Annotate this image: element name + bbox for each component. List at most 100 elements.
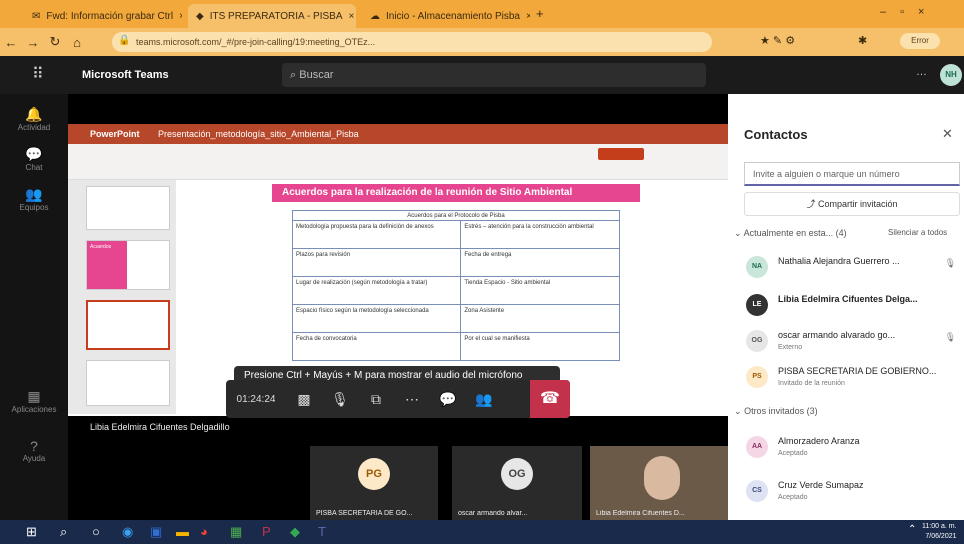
- participant-row[interactable]: PS PISBA SECRETARIA DE GOBIERNO... Invit…: [744, 362, 960, 396]
- url-field[interactable]: teams.microsoft.com/_#/pre-join-calling/…: [112, 32, 712, 52]
- invite-input[interactable]: Invite a alguien o marque un número: [744, 162, 960, 186]
- extensions-icon[interactable]: ★ ✎ ⚙: [760, 34, 795, 47]
- close-icon[interactable]: ×: [349, 11, 355, 22]
- slide-table: Acuerdos para el Protocolo de Pisba Meto…: [291, 210, 620, 361]
- new-tab-button[interactable]: +: [536, 6, 544, 21]
- participants-icon[interactable]: 👥: [466, 391, 502, 408]
- avatar: LE: [746, 294, 768, 316]
- close-icon[interactable]: ×: [526, 11, 530, 22]
- search-input[interactable]: ⌕ Buscar: [282, 63, 706, 87]
- share-icon: ⤴: [806, 199, 816, 209]
- close-icon[interactable]: ×: [179, 11, 182, 22]
- ppt-icon[interactable]: P: [262, 524, 271, 539]
- video-feed: [644, 456, 680, 500]
- table-row: Fecha de convocatoria Por el cual se mani…: [291, 332, 620, 361]
- call-timer: 01:24:24: [236, 393, 276, 405]
- mute-all-link[interactable]: Silenciar a todos: [888, 228, 947, 237]
- reload-icon[interactable]: ↻: [44, 34, 66, 50]
- lock-icon: 🔒: [118, 35, 131, 46]
- bell-icon: 🔔: [25, 106, 43, 122]
- close-icon[interactable]: ✕: [942, 126, 953, 142]
- avatar: CS: [746, 480, 768, 502]
- windows-start-icon[interactable]: ⊞: [26, 524, 37, 540]
- table-row: Plazos para revisión Fecha de entrega: [291, 248, 620, 277]
- share-icon[interactable]: ⧉: [358, 391, 394, 408]
- chevron-down-icon: ⌄: [734, 228, 742, 238]
- search-icon[interactable]: ⌕: [60, 524, 67, 540]
- participant-tile-video[interactable]: Libia Edelmira Cifuentes D...: [590, 446, 728, 520]
- section-others[interactable]: ⌄ Otros invitados (3): [734, 406, 818, 417]
- teams-icon[interactable]: T: [318, 524, 326, 539]
- profile-button[interactable]: Error: [900, 33, 940, 49]
- back-icon[interactable]: ←: [0, 35, 22, 50]
- rail-activity[interactable]: 🔔 Actividad: [10, 106, 58, 132]
- folder-icon[interactable]: ▬: [176, 524, 189, 539]
- address-bar: ← → ↻ ⌂ teams.microsoft.com/_#/pre-join-…: [0, 28, 964, 56]
- sheets-icon[interactable]: ▦: [230, 524, 242, 540]
- table-header: Acuerdos para el Protocolo de Pisba: [292, 210, 620, 221]
- left-rail: 🔔 Actividad 💬 Chat 👥 Equipos ▦ Aplicacio…: [0, 94, 68, 520]
- avatar[interactable]: NH: [940, 64, 962, 86]
- share-invitation-button[interactable]: ⤴ Compartir invitación: [744, 192, 960, 216]
- app-icon[interactable]: ◆: [290, 524, 300, 540]
- teams-icon: ◆: [196, 10, 204, 22]
- chevron-down-icon: ⌄: [734, 406, 742, 416]
- slide-thumb: [86, 360, 170, 406]
- browser-tab-bar: ✉ Fwd: Información grabar Ctrl × ◆ ITS P…: [0, 0, 964, 28]
- camera-off-icon[interactable]: ▩: [286, 391, 322, 408]
- slide-title: Acuerdos para la realización de la reuni…: [272, 184, 640, 202]
- app-title: Microsoft Teams: [82, 69, 169, 81]
- present-button: [598, 148, 644, 160]
- puzzle-icon[interactable]: ✱: [858, 34, 867, 47]
- rail-help[interactable]: ? Ayuda: [10, 438, 58, 463]
- ppt-ribbon: [68, 144, 728, 180]
- avatar: PS: [746, 366, 768, 388]
- participant-tile[interactable]: OG oscar armando alvar...: [452, 446, 582, 520]
- avatar: NA: [746, 256, 768, 278]
- home-icon[interactable]: ⌂: [66, 35, 88, 50]
- apps-icon: ▦: [27, 388, 41, 404]
- section-current[interactable]: ⌄ Actualmente en esta... (4): [734, 228, 847, 239]
- window-controls[interactable]: –▫×: [880, 6, 938, 18]
- chat-icon: 💬: [25, 146, 43, 162]
- store-icon[interactable]: ▣: [150, 524, 162, 540]
- rail-apps[interactable]: ▦ Aplicaciones: [10, 388, 58, 414]
- avatar: OG: [501, 458, 533, 490]
- rail-teams[interactable]: 👥 Equipos: [10, 186, 58, 212]
- chat-icon[interactable]: 💬: [430, 391, 466, 408]
- rail-chat[interactable]: 💬 Chat: [10, 146, 58, 172]
- slide-thumb: [86, 186, 170, 230]
- avatar: OG: [746, 330, 768, 352]
- slide-thumb: Acuerdos: [86, 240, 170, 290]
- call-controls: 01:24:24 ▩ 🎙 ⧉ ⋯ 💬 👥 ☎: [226, 380, 570, 418]
- tray-icon[interactable]: ⌃: [908, 524, 916, 535]
- chrome-icon[interactable]: ◕: [200, 524, 208, 539]
- participant-row[interactable]: AA Almorzadero Aranza Aceptado: [744, 432, 960, 466]
- tab-storage[interactable]: ☁ Inicio - Almacenamiento Pisba ×: [362, 4, 530, 28]
- more-icon[interactable]: …: [916, 66, 927, 78]
- search-icon: ⌕: [290, 69, 297, 81]
- tab-email[interactable]: ✉ Fwd: Información grabar Ctrl ×: [24, 4, 182, 28]
- participant-tile[interactable]: PG PISBA SECRETARIA DE GO...: [310, 446, 438, 520]
- mic-off-icon[interactable]: 🎙: [322, 391, 358, 408]
- participant-row[interactable]: CS Cruz Verde Sumapaz Aceptado: [744, 476, 960, 510]
- tab-teams[interactable]: ◆ ITS PREPARATORIA - PISBA ×: [188, 4, 356, 28]
- slide-thumbnails: Acuerdos: [68, 180, 176, 414]
- task-view-icon[interactable]: ○: [92, 524, 100, 539]
- table-row: Metodología propuesta para la definición…: [291, 220, 620, 249]
- clock[interactable]: 11:00 a. m. 7/06/2021: [922, 522, 957, 542]
- edge-icon[interactable]: ◉: [122, 524, 133, 540]
- app-launcher-icon[interactable]: ⠿: [32, 64, 44, 84]
- hang-up-button[interactable]: ☎: [530, 380, 570, 418]
- forward-icon[interactable]: →: [22, 35, 44, 50]
- participant-row[interactable]: OG oscar armando alvarado go... Externo …: [744, 326, 960, 360]
- taskbar: [0, 520, 964, 544]
- participant-row[interactable]: NA Nathalia Alejandra Guerrero ... 🎙: [744, 252, 960, 286]
- mail-icon: ✉: [32, 10, 41, 22]
- mic-icon: 🎙: [944, 258, 956, 268]
- help-icon: ?: [30, 438, 38, 454]
- more-options-icon[interactable]: ⋯: [394, 391, 430, 408]
- teams-icon: 👥: [25, 186, 43, 202]
- avatar: AA: [746, 436, 768, 458]
- participant-row[interactable]: LE Libia Edelmira Cifuentes Delga...: [744, 290, 960, 324]
